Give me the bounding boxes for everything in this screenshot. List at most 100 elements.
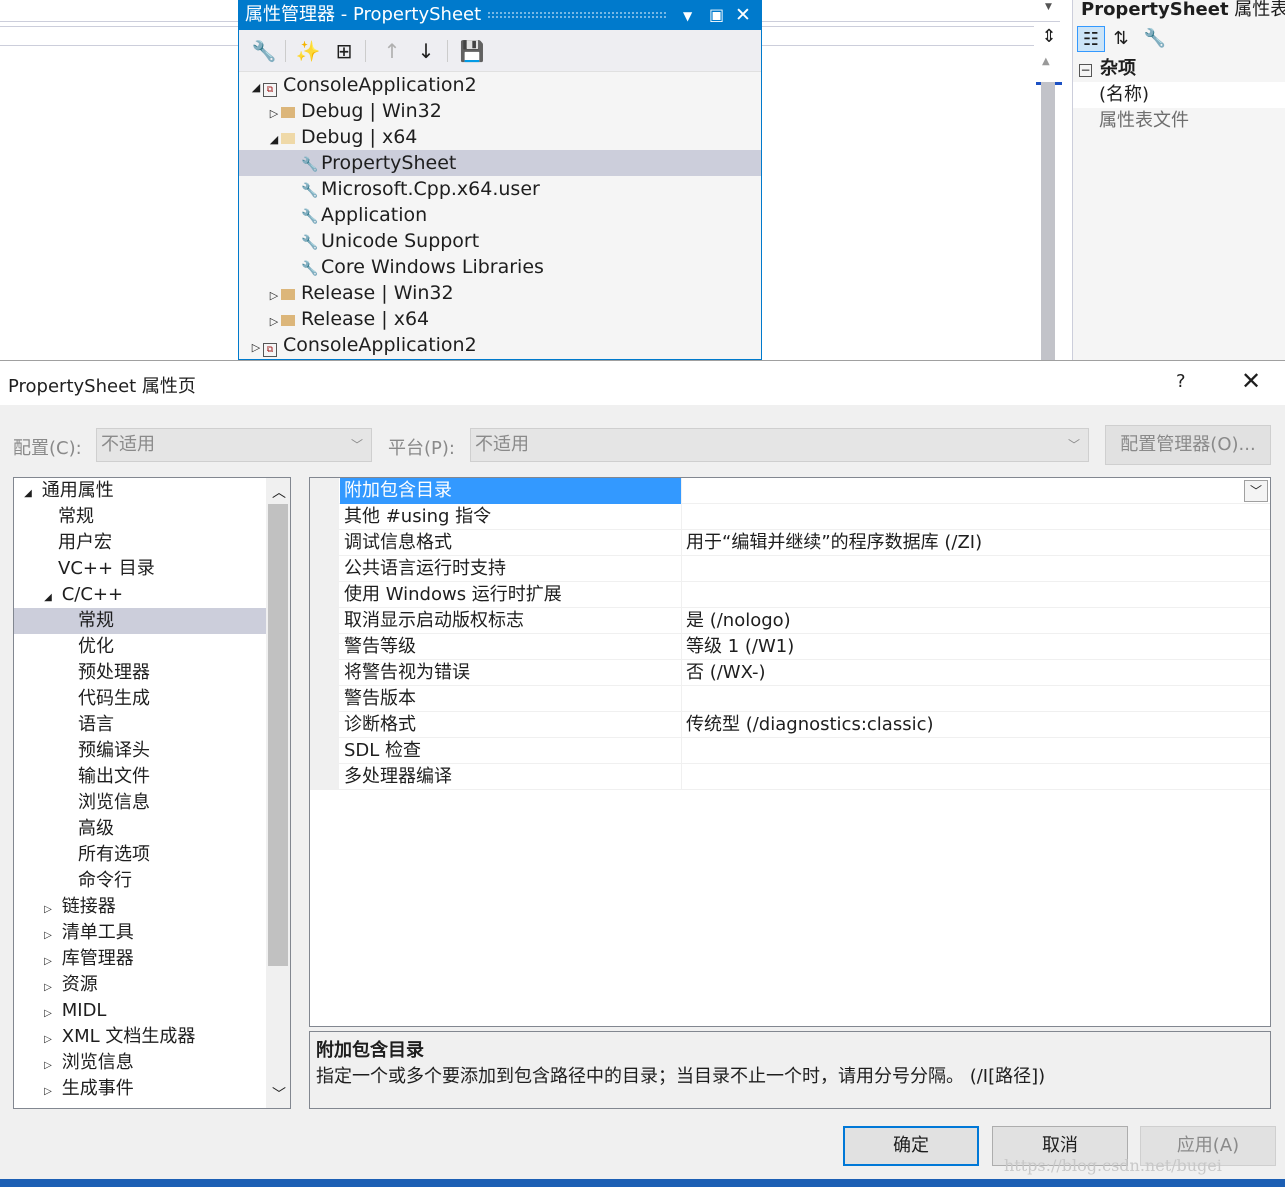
- nav-item[interactable]: VC++ 目录: [14, 556, 266, 582]
- tree-node-sheet-selected[interactable]: 🔧 PropertySheet: [239, 150, 761, 176]
- property-name[interactable]: 其他 #using 指令: [340, 504, 682, 530]
- move-up-arrow-icon[interactable]: ↑: [379, 38, 405, 64]
- editor-member-combo[interactable]: [762, 0, 1060, 22]
- tree-node-sheet[interactable]: 🔧 Core Windows Libraries: [239, 254, 761, 280]
- nav-item-collapsed[interactable]: ▷ 资源: [14, 972, 266, 998]
- editor-project-combo[interactable]: [0, 0, 238, 22]
- scroll-down-icon[interactable]: ﹀: [272, 1084, 286, 1104]
- tree-node-config[interactable]: ◢ Debug | x64: [239, 124, 761, 150]
- save-icon[interactable]: 💾: [459, 38, 485, 64]
- add-existing-sheet-icon[interactable]: ⊞: [331, 38, 357, 64]
- move-down-arrow-icon[interactable]: ↓: [413, 38, 439, 64]
- grid-row[interactable]: 诊断格式 传统型 (/diagnostics:classic): [310, 712, 1270, 738]
- nav-item[interactable]: 用户宏: [14, 530, 266, 556]
- property-value[interactable]: 传统型 (/diagnostics:classic): [682, 712, 1270, 738]
- property-row-sheet-file[interactable]: 属性表文件: [1073, 108, 1285, 134]
- property-name[interactable]: 诊断格式: [340, 712, 682, 738]
- nav-item-collapsed[interactable]: ▷ MIDL: [14, 998, 266, 1024]
- scroll-up-icon[interactable]: ▲: [1042, 56, 1050, 67]
- ok-button[interactable]: 确定: [843, 1126, 979, 1166]
- nav-item[interactable]: 预编译头: [14, 738, 266, 764]
- window-position-dropdown-icon[interactable]: ▼: [683, 1, 692, 31]
- expanded-triangle-icon[interactable]: ◢: [20, 481, 36, 507]
- property-value[interactable]: [682, 504, 1270, 530]
- property-value[interactable]: 用于“编辑并继续”的程序数据库 (/ZI): [682, 530, 1270, 556]
- new-property-sheet-icon[interactable]: ✨: [295, 38, 321, 64]
- split-handle-icon[interactable]: ⇕: [1040, 26, 1058, 48]
- help-button[interactable]: ?: [1176, 371, 1186, 392]
- grid-row[interactable]: 多处理器编译: [310, 764, 1270, 790]
- close-icon[interactable]: ✕: [1241, 367, 1261, 395]
- grid-row[interactable]: 警告等级 等级 1 (/W1): [310, 634, 1270, 660]
- grid-row[interactable]: 警告版本: [310, 686, 1270, 712]
- tree-node-project[interactable]: ▷ ⧉ ConsoleApplication2: [239, 332, 761, 358]
- platform-combo[interactable]: 不适用 ﹀: [470, 428, 1089, 462]
- nav-item[interactable]: 代码生成: [14, 686, 266, 712]
- property-name[interactable]: 取消显示启动版权标志: [340, 608, 682, 634]
- chevron-down-icon[interactable]: ▼: [1045, 2, 1052, 12]
- property-name[interactable]: SDL 检查: [340, 738, 682, 764]
- tree-node-config[interactable]: ▷ Debug | Win32: [239, 98, 761, 124]
- nav-item-collapsed[interactable]: ▷ XML 文档生成器: [14, 1024, 266, 1050]
- grid-row[interactable]: 使用 Windows 运行时扩展: [310, 582, 1270, 608]
- property-pages-wrench-icon[interactable]: 🔧: [1141, 26, 1169, 52]
- property-row-name[interactable]: (名称): [1073, 82, 1285, 108]
- property-value[interactable]: 是 (/nologo): [682, 608, 1270, 634]
- grid-row[interactable]: 调试信息格式 用于“编辑并继续”的程序数据库 (/ZI): [310, 530, 1270, 556]
- grid-row[interactable]: 公共语言运行时支持: [310, 556, 1270, 582]
- property-value[interactable]: 否 (/WX-): [682, 660, 1270, 686]
- nav-item-selected[interactable]: 常规: [14, 608, 266, 634]
- config-combo[interactable]: 不适用 ﹀: [96, 428, 372, 462]
- nav-item-common-properties[interactable]: ◢ 通用属性: [14, 478, 266, 504]
- dialog-titlebar[interactable]: PropertySheet 属性页 ? ✕: [0, 361, 1285, 405]
- maximize-icon[interactable]: ▣: [709, 0, 724, 30]
- nav-scrollbar[interactable]: ︿ ﹀: [266, 478, 290, 1108]
- nav-item[interactable]: 输出文件: [14, 764, 266, 790]
- nav-item[interactable]: 命令行: [14, 868, 266, 894]
- tree-node-project[interactable]: ◢ ⧉ ConsoleApplication2: [239, 72, 761, 98]
- collapsed-triangle-icon[interactable]: ▷: [40, 1079, 56, 1105]
- properties-wrench-icon[interactable]: 🔧: [251, 38, 277, 64]
- grid-row-selected[interactable]: 附加包含目录 ﹀: [310, 478, 1270, 504]
- property-value-input[interactable]: [682, 478, 1270, 504]
- nav-item[interactable]: 浏览信息: [14, 790, 266, 816]
- tree-node-sheet[interactable]: 🔧 Microsoft.Cpp.x64.user: [239, 176, 761, 202]
- property-name[interactable]: 警告版本: [340, 686, 682, 712]
- property-name[interactable]: 附加包含目录: [340, 478, 682, 504]
- alphabetical-sort-icon[interactable]: ⇅: [1107, 26, 1135, 52]
- grid-row[interactable]: SDL 检查: [310, 738, 1270, 764]
- grid-row[interactable]: 其他 #using 指令: [310, 504, 1270, 530]
- tree-node-sheet[interactable]: 🔧 Application: [239, 202, 761, 228]
- tree-node-sheet[interactable]: 🔧 Unicode Support: [239, 228, 761, 254]
- property-name[interactable]: 调试信息格式: [340, 530, 682, 556]
- nav-item[interactable]: 常规: [14, 504, 266, 530]
- nav-item[interactable]: 优化: [14, 634, 266, 660]
- nav-item-collapsed[interactable]: ▷ 生成事件: [14, 1076, 266, 1102]
- nav-item-collapsed[interactable]: ▷ 浏览信息: [14, 1050, 266, 1076]
- nav-item-collapsed[interactable]: ▷ 链接器: [14, 894, 266, 920]
- grid-row[interactable]: 取消显示启动版权标志是 (/nologo): [310, 608, 1270, 634]
- collapse-box-icon[interactable]: −: [1079, 64, 1092, 77]
- nav-item-cpp[interactable]: ◢ C/C++: [14, 582, 266, 608]
- expanded-triangle-icon[interactable]: ◢: [40, 585, 56, 611]
- tree-node-config[interactable]: ▷ Release | x64: [239, 306, 761, 332]
- collapsed-triangle-icon[interactable]: ▷: [249, 335, 263, 361]
- property-name[interactable]: 警告等级: [340, 634, 682, 660]
- tree-node-config[interactable]: ▷ Release | Win32: [239, 280, 761, 306]
- property-name[interactable]: 公共语言运行时支持: [340, 556, 682, 582]
- property-value[interactable]: [682, 556, 1270, 582]
- property-value[interactable]: 等级 1 (/W1): [682, 634, 1270, 660]
- nav-item[interactable]: 高级: [14, 816, 266, 842]
- grid-row[interactable]: 将警告视为错误否 (/WX-): [310, 660, 1270, 686]
- chevron-down-icon[interactable]: ﹀: [1244, 480, 1268, 502]
- nav-item-collapsed[interactable]: ▷ 库管理器: [14, 946, 266, 972]
- nav-item-collapsed[interactable]: ▷ 清单工具: [14, 920, 266, 946]
- nav-item[interactable]: 预处理器: [14, 660, 266, 686]
- property-category[interactable]: − 杂项: [1073, 56, 1285, 82]
- config-manager-button[interactable]: 配置管理器(O)...: [1105, 425, 1271, 465]
- editor-scrollbar[interactable]: ⇕ ▲: [1036, 22, 1062, 360]
- categorized-view-icon[interactable]: ☷: [1077, 26, 1105, 52]
- property-name[interactable]: 使用 Windows 运行时扩展: [340, 582, 682, 608]
- property-manager-titlebar[interactable]: 属性管理器 - PropertySheet ▼ ▣ ✕: [239, 0, 761, 30]
- nav-item[interactable]: 所有选项: [14, 842, 266, 868]
